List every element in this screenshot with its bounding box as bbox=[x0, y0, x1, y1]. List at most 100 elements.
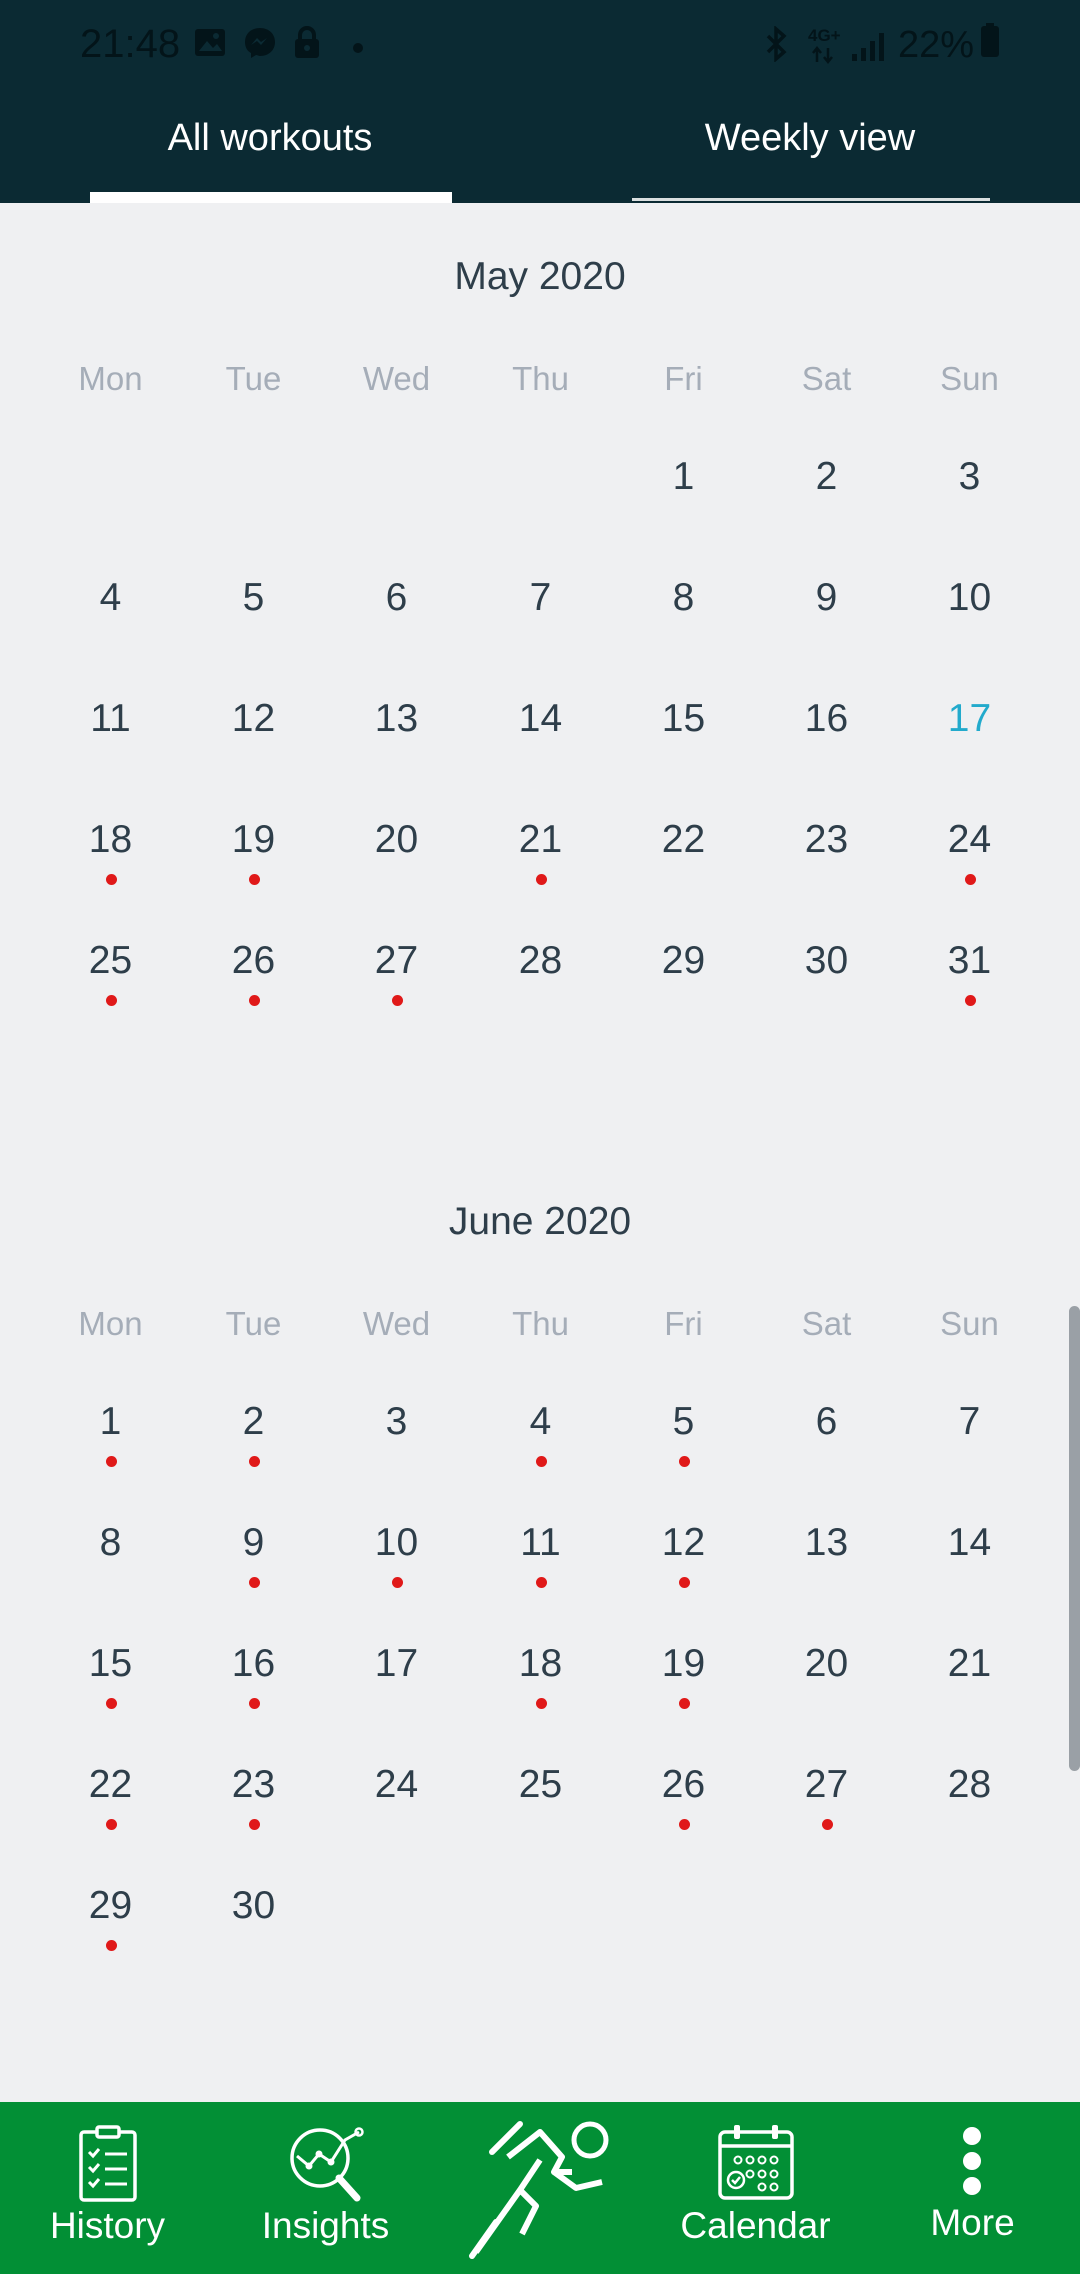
calendar-day[interactable]: 12 bbox=[182, 697, 325, 741]
day-number: 12 bbox=[661, 1521, 706, 1564]
calendar-day[interactable]: 28 bbox=[469, 939, 612, 983]
calendar-day[interactable]: 7 bbox=[898, 1400, 1041, 1444]
day-number: 29 bbox=[661, 939, 706, 982]
calendar-day[interactable]: 18 bbox=[469, 1642, 612, 1709]
calendar-day[interactable]: 18 bbox=[39, 818, 182, 885]
calendar-day[interactable]: 17 bbox=[325, 1642, 468, 1686]
calendar-day[interactable]: 25 bbox=[469, 1763, 612, 1807]
week-row: 11 12 13 14 15 16 17 bbox=[0, 697, 1080, 777]
calendar-day[interactable]: 1 bbox=[39, 1400, 182, 1467]
calendar-day[interactable]: 22 bbox=[39, 1763, 182, 1830]
calendar-day[interactable]: 16 bbox=[755, 697, 898, 741]
calendar-day[interactable]: 20 bbox=[755, 1642, 898, 1686]
calendar-day[interactable]: 11 bbox=[469, 1521, 612, 1588]
nav-insights[interactable]: Insights bbox=[238, 2102, 413, 2274]
calendar-day[interactable]: 13 bbox=[325, 697, 468, 741]
bluetooth-icon bbox=[762, 25, 790, 67]
calendar-day[interactable]: 13 bbox=[755, 1521, 898, 1565]
day-number: 21 bbox=[518, 818, 563, 861]
day-number: 11 bbox=[90, 697, 131, 740]
workout-dot-indicator bbox=[964, 874, 976, 885]
day-number: 18 bbox=[88, 818, 133, 861]
calendar-day[interactable]: 14 bbox=[898, 1521, 1041, 1565]
day-number: 15 bbox=[661, 697, 706, 740]
calendar-day[interactable]: 19 bbox=[612, 1642, 755, 1709]
calendar-day[interactable]: 2 bbox=[182, 1400, 325, 1467]
calendar-day[interactable]: 6 bbox=[755, 1400, 898, 1444]
calendar-day[interactable]: 2 bbox=[755, 455, 898, 499]
day-number: 19 bbox=[231, 818, 276, 861]
calendar-day[interactable]: 30 bbox=[182, 1884, 325, 1928]
scrollbar-thumb[interactable] bbox=[1069, 1306, 1080, 1771]
calendar-day[interactable]: 23 bbox=[182, 1763, 325, 1830]
calendar-day[interactable]: 23 bbox=[755, 818, 898, 862]
week-row: 29 30 bbox=[0, 1884, 1080, 1964]
calendar-day[interactable]: 29 bbox=[39, 1884, 182, 1951]
calendar-day[interactable]: 25 bbox=[39, 939, 182, 1006]
calendar-day[interactable]: 5 bbox=[182, 576, 325, 620]
calendar-day[interactable]: 26 bbox=[612, 1763, 755, 1830]
messenger-icon bbox=[243, 26, 277, 65]
calendar-day[interactable]: 19 bbox=[182, 818, 325, 885]
day-number: 30 bbox=[231, 1884, 276, 1927]
day-number: 31 bbox=[947, 939, 992, 982]
calendar-day[interactable]: 8 bbox=[39, 1521, 182, 1565]
calendar-day[interactable]: 9 bbox=[755, 576, 898, 620]
nav-more[interactable]: More bbox=[885, 2102, 1060, 2274]
calendar-day[interactable]: 3 bbox=[325, 1400, 468, 1444]
calendar-day[interactable]: 1 bbox=[612, 455, 755, 499]
calendar-day[interactable]: 11 bbox=[39, 697, 182, 741]
calendar-day[interactable]: 29 bbox=[612, 939, 755, 983]
calendar-day-today[interactable]: 17 bbox=[898, 697, 1041, 741]
weekday-label: Wed bbox=[362, 1305, 431, 1342]
calendar-day[interactable]: 9 bbox=[182, 1521, 325, 1588]
calendar-day[interactable]: 6 bbox=[325, 576, 468, 620]
day-number: 4 bbox=[99, 576, 122, 619]
day-number: 15 bbox=[88, 1642, 133, 1685]
calendar-day[interactable]: 22 bbox=[612, 818, 755, 862]
week-row: 22 23 24 25 26 27 28 bbox=[0, 1763, 1080, 1843]
weekday-label: Sun bbox=[940, 360, 999, 397]
app-header: 21:48 4G+ 22% All workouts Weekly view bbox=[0, 0, 1080, 203]
calendar-day[interactable]: 21 bbox=[898, 1642, 1041, 1686]
day-number: 7 bbox=[958, 1400, 981, 1443]
calendar-day[interactable]: 24 bbox=[325, 1763, 468, 1807]
tab-all-workouts[interactable]: All workouts bbox=[0, 95, 540, 203]
day-number: 13 bbox=[804, 1521, 849, 1564]
nav-calendar[interactable]: Calendar bbox=[668, 2102, 843, 2274]
calendar-day[interactable]: 26 bbox=[182, 939, 325, 1006]
calendar-day[interactable]: 5 bbox=[612, 1400, 755, 1467]
calendar-day[interactable]: 8 bbox=[612, 576, 755, 620]
tab-weekly-view[interactable]: Weekly view bbox=[540, 95, 1080, 203]
calendar-day[interactable]: 30 bbox=[755, 939, 898, 983]
calendar-day[interactable]: 27 bbox=[755, 1763, 898, 1830]
calendar-day[interactable]: 4 bbox=[39, 576, 182, 620]
calendar-day[interactable]: 4 bbox=[469, 1400, 612, 1467]
calendar-day[interactable]: 28 bbox=[898, 1763, 1041, 1807]
calendar-day[interactable]: 12 bbox=[612, 1521, 755, 1588]
calendar-day[interactable]: 10 bbox=[325, 1521, 468, 1588]
day-number: 23 bbox=[231, 1763, 276, 1806]
day-number: 5 bbox=[242, 576, 265, 619]
calendar-day[interactable]: 3 bbox=[898, 455, 1041, 499]
calendar-day[interactable]: 20 bbox=[325, 818, 468, 862]
calendar-day[interactable]: 16 bbox=[182, 1642, 325, 1709]
calendar-day[interactable]: 14 bbox=[469, 697, 612, 741]
nav-history[interactable]: History bbox=[20, 2102, 195, 2274]
weekday-label: Tue bbox=[225, 1305, 282, 1342]
calendar-day[interactable]: 21 bbox=[469, 818, 612, 885]
day-number: 1 bbox=[672, 455, 695, 498]
calendar-day[interactable]: 31 bbox=[898, 939, 1041, 1006]
calendar-day[interactable]: 15 bbox=[39, 1642, 182, 1709]
tab-divider bbox=[632, 198, 990, 201]
day-number: 4 bbox=[529, 1400, 552, 1443]
nav-start-workout[interactable] bbox=[450, 2102, 630, 2274]
calendar-day[interactable]: 27 bbox=[325, 939, 468, 1006]
day-number: 8 bbox=[99, 1521, 122, 1564]
calendar-day[interactable]: 24 bbox=[898, 818, 1041, 885]
day-number: 20 bbox=[804, 1642, 849, 1685]
calendar-day[interactable]: 15 bbox=[612, 697, 755, 741]
day-number: 17 bbox=[947, 697, 992, 740]
calendar-day[interactable]: 10 bbox=[898, 576, 1041, 620]
calendar-day[interactable]: 7 bbox=[469, 576, 612, 620]
